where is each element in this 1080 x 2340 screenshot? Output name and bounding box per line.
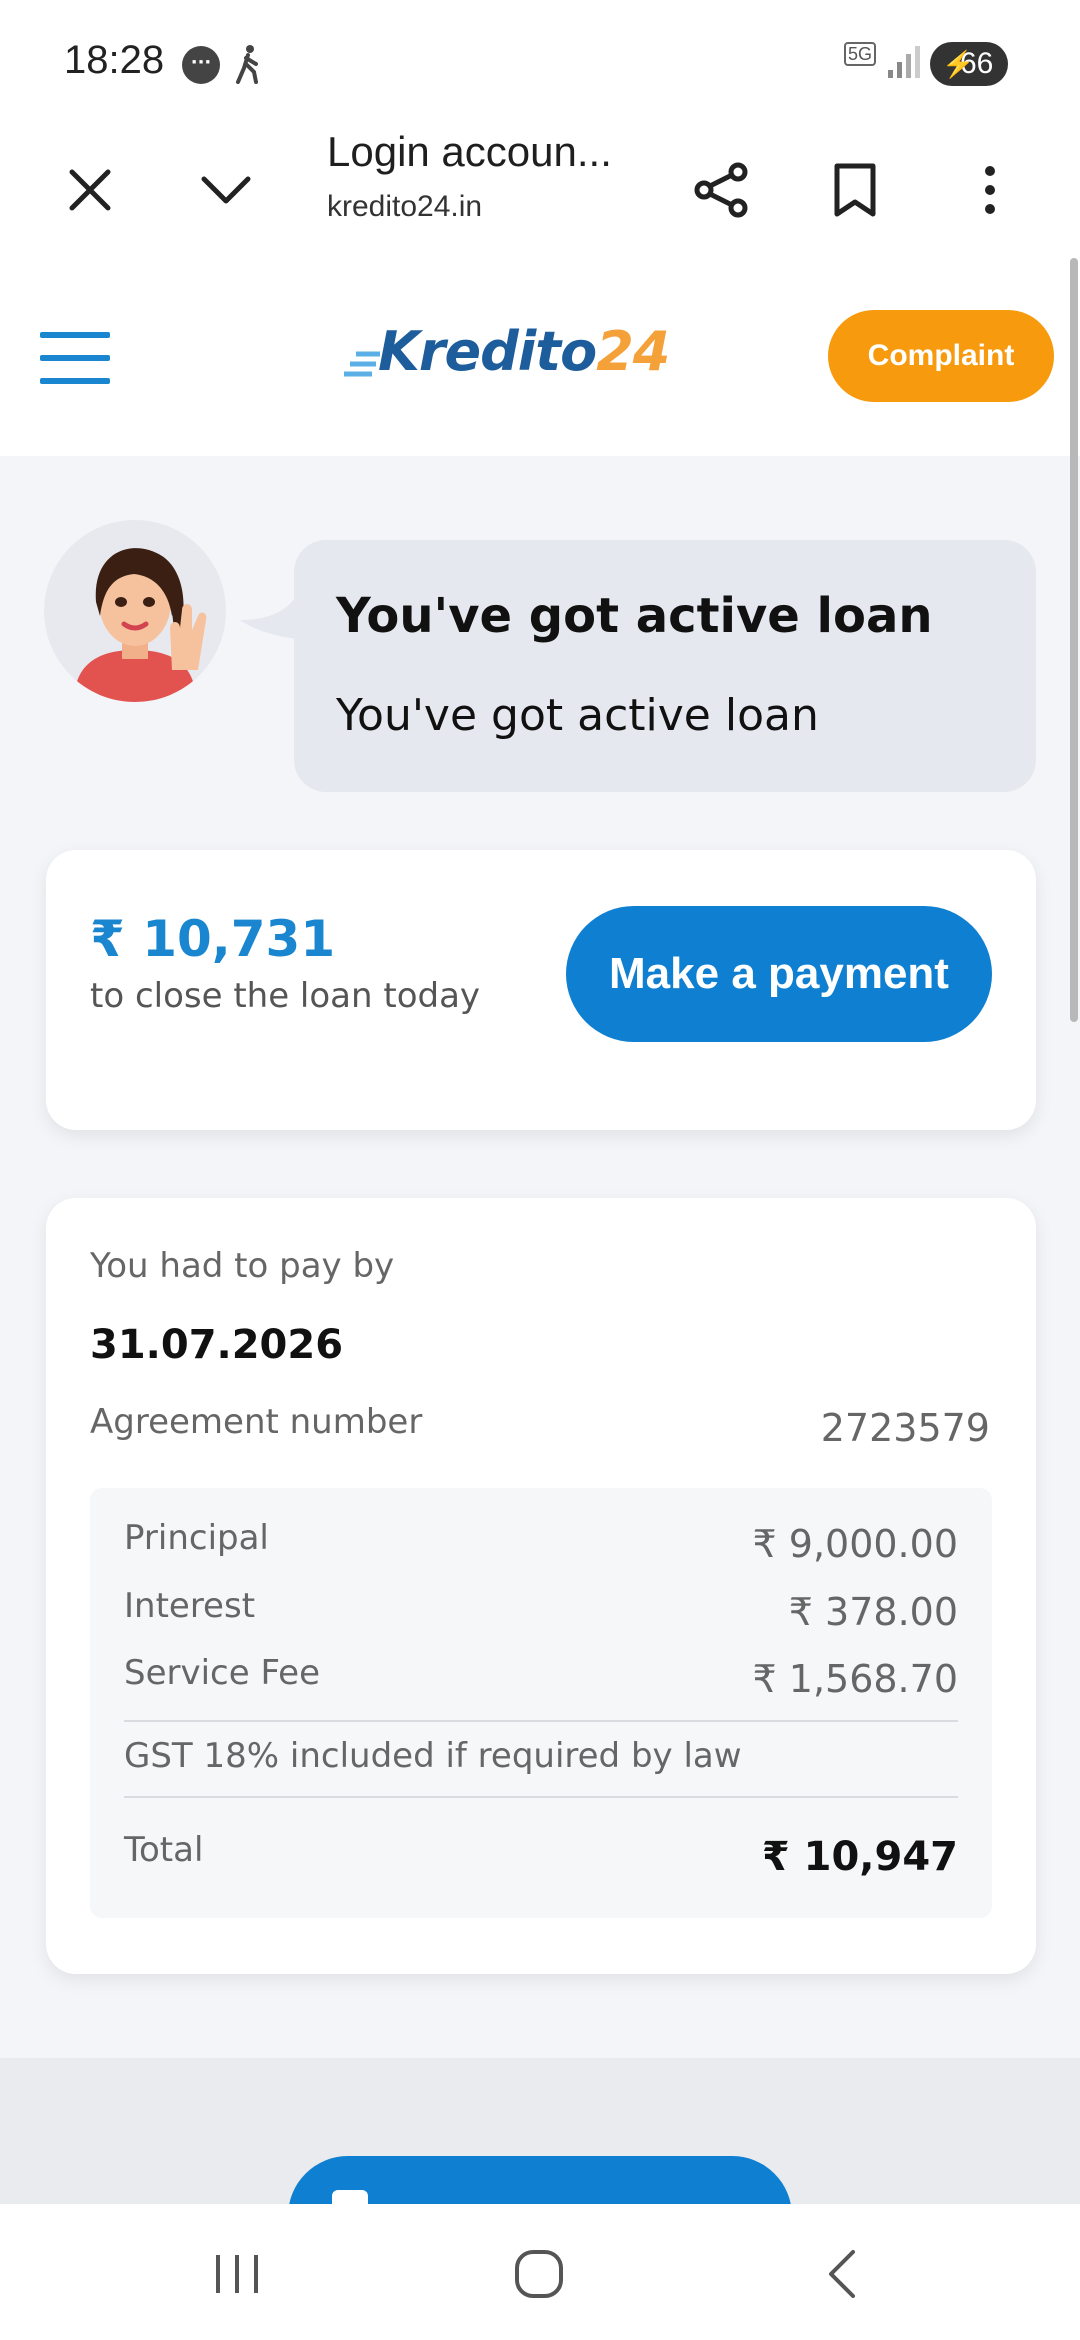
home-icon[interactable] xyxy=(494,2234,584,2314)
service-fee-value: ₹ 1,568.70 xyxy=(752,1657,958,1701)
site-header: Kredito24 Complaint xyxy=(0,260,1080,456)
assistant-avatar xyxy=(44,520,226,702)
close-icon[interactable] xyxy=(50,150,130,230)
scrollbar[interactable] xyxy=(1070,258,1078,1022)
logo-text-24: 24 xyxy=(596,320,670,383)
browser-toolbar: Login accoun... kredito24.in xyxy=(0,120,1080,260)
total-label: Total xyxy=(124,1830,204,1870)
share-icon[interactable] xyxy=(682,150,762,230)
agreement-number: 2723579 xyxy=(820,1406,990,1450)
status-time: 18:28 xyxy=(64,38,165,82)
principal-row: Principal ₹ 9,000.00 xyxy=(124,1518,958,1578)
close-loan-card: ₹ 10,731 to close the loan today Make a … xyxy=(46,850,1036,1130)
loan-details-card: You had to pay by 31.07.2026 Agreement n… xyxy=(46,1198,1036,1974)
make-payment-button[interactable]: Make a payment xyxy=(566,906,992,1042)
page-title[interactable]: Login accoun... xyxy=(327,128,612,176)
total-row: Total ₹ 10,947 xyxy=(124,1830,958,1890)
status-bar: 18:28 ··· 5G ⚡ 66 xyxy=(0,0,1080,120)
greeting-text: You've got active loan xyxy=(336,690,819,741)
system-nav-bar xyxy=(0,2204,1080,2340)
principal-value: ₹ 9,000.00 xyxy=(752,1522,958,1566)
due-date: 31.07.2026 xyxy=(90,1322,344,1368)
greeting-title: You've got active loan xyxy=(336,588,933,644)
close-loan-subtitle: to close the loan today xyxy=(90,976,481,1016)
more-vert-icon[interactable] xyxy=(950,150,1030,230)
service-fee-label: Service Fee xyxy=(124,1653,320,1693)
close-loan-amount: ₹ 10,731 xyxy=(90,910,336,968)
divider xyxy=(124,1796,958,1798)
hamburger-icon[interactable] xyxy=(40,332,110,384)
due-label: You had to pay by xyxy=(90,1246,395,1286)
greeting-bubble: You've got active loan You've got active… xyxy=(294,540,1036,792)
chevron-down-icon[interactable] xyxy=(186,150,266,230)
gst-note: GST 18% included if required by law xyxy=(124,1736,742,1776)
interest-label: Interest xyxy=(124,1586,256,1626)
bookmark-icon[interactable] xyxy=(815,150,895,230)
back-icon[interactable] xyxy=(796,2234,886,2314)
page-url[interactable]: kredito24.in xyxy=(327,190,482,224)
loan-breakdown: Principal ₹ 9,000.00 Interest ₹ 378.00 S… xyxy=(90,1488,992,1918)
agreement-label: Agreement number xyxy=(90,1402,423,1442)
charging-icon: ⚡ xyxy=(942,49,975,79)
message-notification-icon: ··· xyxy=(182,46,220,84)
battery-indicator: ⚡ 66 xyxy=(930,42,1008,86)
interest-value: ₹ 378.00 xyxy=(788,1590,958,1634)
divider xyxy=(124,1720,958,1722)
walking-icon xyxy=(234,44,262,88)
service-fee-row: Service Fee ₹ 1,568.70 xyxy=(124,1653,958,1713)
signal-icon xyxy=(888,44,922,84)
kredito24-logo[interactable]: Kredito24 xyxy=(340,320,670,383)
principal-label: Principal xyxy=(124,1518,269,1558)
recents-icon[interactable] xyxy=(192,2234,282,2314)
network-type: 5G xyxy=(844,42,877,66)
interest-row: Interest ₹ 378.00 xyxy=(124,1586,958,1646)
complaint-button[interactable]: Complaint xyxy=(828,310,1054,402)
total-value: ₹ 10,947 xyxy=(761,1834,958,1880)
